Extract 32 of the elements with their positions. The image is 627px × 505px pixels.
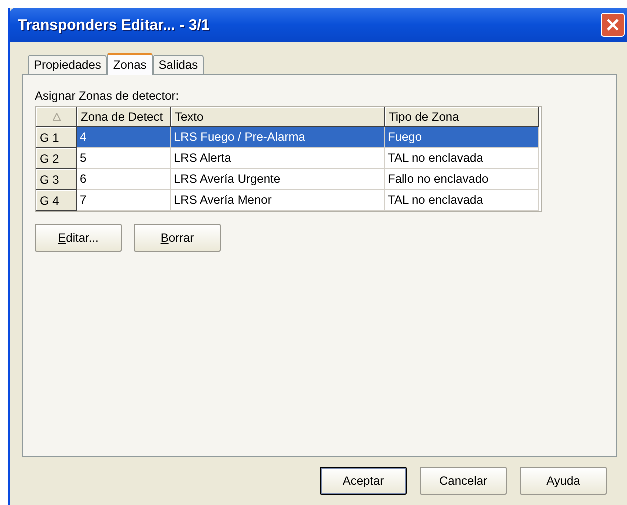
table-cell: Fuego <box>385 127 539 148</box>
tab[interactable]: Zonas <box>107 53 153 75</box>
table-cell: LRS Alerta <box>171 148 385 169</box>
dialog-button[interactable]: Ayuda <box>520 467 607 495</box>
table-cell: LRS Avería Urgente <box>171 169 385 190</box>
table-cell: 6 <box>77 169 171 190</box>
table-cell: 5 <box>77 148 171 169</box>
table-cell: 4 <box>77 127 171 148</box>
close-icon <box>607 19 619 31</box>
dialog-button[interactable]: Cancelar <box>420 467 507 495</box>
column-header[interactable]: Texto <box>171 107 385 127</box>
row-header[interactable]: G 1 <box>36 127 77 148</box>
table-cell: TAL no enclavada <box>385 148 539 169</box>
column-header[interactable]: Tipo de Zona <box>385 107 539 127</box>
row-header[interactable]: G 4 <box>36 190 77 211</box>
action-button[interactable]: Editar... <box>35 224 122 252</box>
tab[interactable]: Propiedades <box>28 55 108 74</box>
section-label: Asignar Zonas de detector: <box>35 89 180 103</box>
table-cell: Fallo no enclavado <box>385 169 539 190</box>
dialog-button[interactable]: Aceptar <box>320 467 407 495</box>
column-header[interactable]: Zona de Detect <box>77 107 171 127</box>
table-cell: 7 <box>77 190 171 211</box>
table-cell: TAL no enclavada <box>385 190 539 211</box>
table-cell: LRS Fuego / Pre-Alarma <box>171 127 385 148</box>
tab[interactable]: Salidas <box>152 55 204 74</box>
close-button[interactable] <box>601 13 625 37</box>
action-button[interactable]: Borrar <box>134 224 221 252</box>
row-header[interactable]: G 3 <box>36 169 77 190</box>
row-header[interactable]: G 2 <box>36 148 77 169</box>
table-cell: LRS Avería Menor <box>171 190 385 211</box>
sort-icon <box>52 113 60 121</box>
window-title: Transponders Editar... - 3/1 <box>18 16 210 34</box>
